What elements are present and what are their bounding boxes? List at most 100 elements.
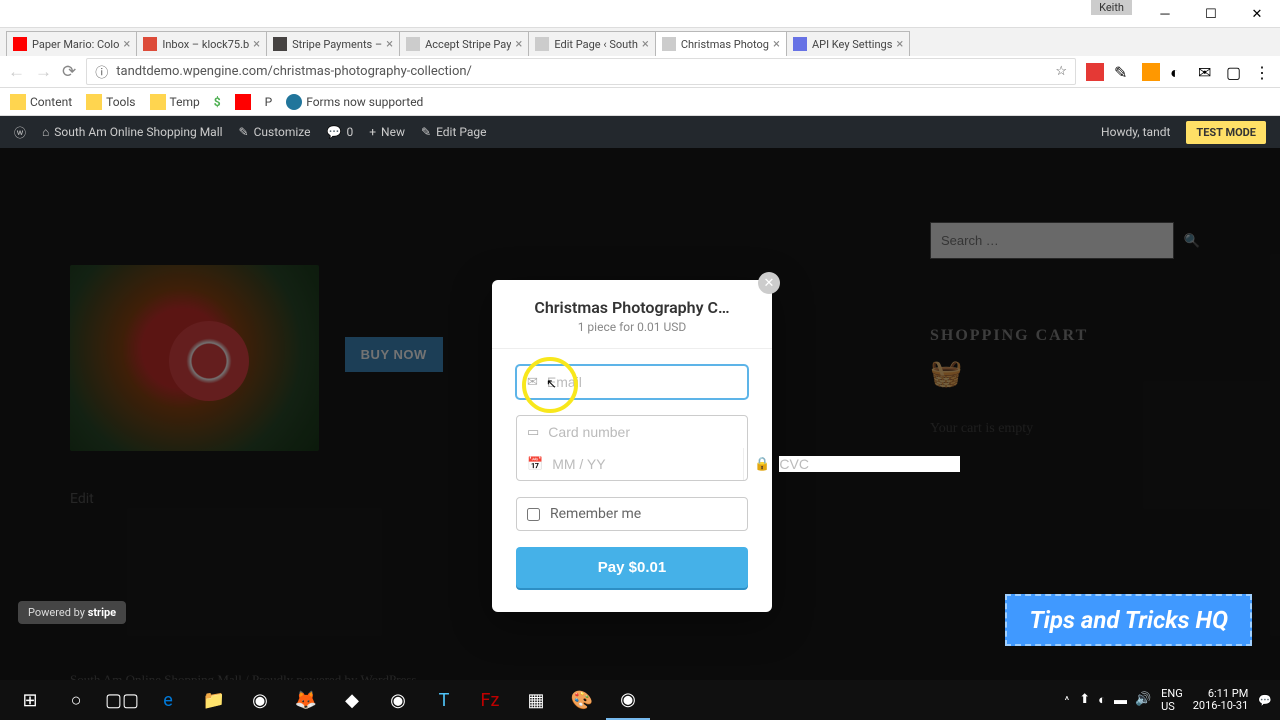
bookmark-dollar[interactable]: $ (214, 95, 221, 109)
taskbar-explorer[interactable]: 📁 (192, 680, 236, 720)
admin-customize-link[interactable]: ✎ Customize (239, 125, 311, 139)
tab-title: Accept Stripe Pay (425, 38, 511, 51)
nav-reload-button[interactable]: ⟳ (62, 62, 76, 82)
admin-new-link[interactable]: + New (369, 125, 405, 139)
ext-icon[interactable]: ✉ (1198, 63, 1216, 81)
admin-howdy[interactable]: Howdy, tandt (1101, 125, 1170, 139)
expiry-field[interactable] (552, 456, 733, 472)
modal-title: Christmas Photography C… (506, 298, 758, 317)
tab-close-icon[interactable]: × (123, 37, 130, 52)
card-icon: ▭ (527, 425, 539, 440)
tray-region[interactable]: US (1161, 700, 1183, 713)
email-field[interactable] (547, 374, 737, 390)
bookmark-tools[interactable]: Tools (86, 94, 135, 110)
taskbar-chrome-running[interactable]: ◉ (606, 680, 650, 720)
tab-inbox[interactable]: Inbox – klock75.b × (136, 31, 267, 56)
tray-lang[interactable]: ENG (1161, 687, 1183, 700)
email-icon: ✉ (527, 375, 538, 390)
tray-clock[interactable]: 6:11 PM 2016-10-31 (1193, 688, 1249, 712)
lock-icon: 🔒 (754, 457, 770, 472)
tab-stripe-payments[interactable]: Stripe Payments – × (266, 31, 400, 56)
start-button[interactable]: ⊞ (8, 680, 52, 720)
tray-network-icon[interactable]: ▬ (1114, 692, 1127, 708)
tab-title: API Key Settings (812, 38, 892, 51)
cortana-button[interactable]: ○ (54, 680, 98, 720)
tab-title: Inbox – klock75.b (162, 38, 249, 51)
taskbar-edge[interactable]: e (146, 680, 190, 720)
taskbar-app[interactable]: ◆ (330, 680, 374, 720)
tab-close-icon[interactable]: × (253, 37, 260, 52)
bookmark-forms[interactable]: Forms now supported (286, 94, 423, 110)
window-maximize-button[interactable]: ☐ (1188, 0, 1234, 28)
remember-me-checkbox[interactable] (527, 508, 540, 521)
tab-api-key[interactable]: API Key Settings × (786, 31, 910, 56)
tips-and-tricks-banner: Tips and Tricks HQ (1005, 594, 1252, 646)
bookmark-youtube[interactable] (235, 94, 251, 110)
taskbar-chrome[interactable]: ◉ (238, 680, 282, 720)
windows-user-badge: Keith (1091, 0, 1132, 15)
bookmark-content[interactable]: Content (10, 94, 72, 110)
address-bar: ← → ⟳ ⓘ tandtdemo.wpengine.com/christmas… (0, 56, 1280, 88)
ext-icon[interactable] (1142, 63, 1160, 81)
tray-icon[interactable]: ◐ (1098, 692, 1106, 708)
tab-title: Stripe Payments – (292, 38, 382, 51)
tab-edit-page[interactable]: Edit Page ‹ South × (528, 31, 655, 56)
pay-button[interactable]: Pay $0.01 (516, 547, 748, 588)
admin-comments-link[interactable]: 💬 0 (327, 125, 354, 139)
tab-close-icon[interactable]: × (896, 37, 903, 52)
window-minimize-button[interactable]: ─ (1142, 0, 1188, 28)
browser-tabs-bar: Paper Mario: Colo × Inbox – klock75.b × St… (0, 28, 1280, 56)
taskbar-firefox[interactable]: 🦊 (284, 680, 328, 720)
extension-icons: ✎ ◐ ✉ ▢ ⋮ (1086, 63, 1272, 81)
ext-icon[interactable]: ✎ (1114, 63, 1132, 81)
tab-paper-mario[interactable]: Paper Mario: Colo × (6, 31, 137, 56)
nav-forward-button[interactable]: → (35, 62, 52, 82)
admin-site-link[interactable]: ⌂ South Am Online Shopping Mall (42, 125, 223, 139)
tab-close-icon[interactable]: × (386, 37, 393, 52)
powered-by-stripe-badge: Powered by stripe (18, 601, 126, 624)
wp-logo-icon[interactable]: ⓦ (14, 124, 26, 141)
info-icon: ⓘ (95, 62, 108, 81)
tab-close-icon[interactable]: × (515, 37, 522, 52)
bookmark-temp[interactable]: Temp (150, 94, 200, 110)
cast-icon[interactable]: ▢ (1226, 63, 1244, 81)
calendar-icon: 📅 (527, 457, 543, 472)
tab-accept-stripe[interactable]: Accept Stripe Pay × (399, 31, 529, 56)
taskbar-app[interactable]: T (422, 680, 466, 720)
ext-icon[interactable]: ◐ (1170, 63, 1188, 81)
tray-icon[interactable]: ⬆ (1079, 692, 1090, 708)
tab-christmas-photo[interactable]: Christmas Photog × (655, 31, 787, 56)
card-number-field[interactable] (548, 424, 737, 440)
windows-taskbar: ⊞ ○ ▢▢ e 📁 ◉ 🦊 ◆ ◉ T Fz ▦ 🎨 ◉ ^ ⬆ ◐ ▬ 🔊 … (0, 680, 1280, 720)
notifications-button[interactable]: 💬 (1258, 694, 1272, 707)
tab-close-icon[interactable]: × (773, 37, 780, 52)
admin-edit-page-link[interactable]: ✎ Edit Page (421, 125, 487, 139)
cvc-field[interactable] (779, 456, 960, 472)
wp-admin-bar: ⓦ ⌂ South Am Online Shopping Mall ✎ Cust… (0, 116, 1280, 148)
menu-icon[interactable]: ⋮ (1254, 63, 1272, 81)
page-body: Christmas Photograp With Christmas lecti… (0, 148, 1280, 688)
modal-subtitle: 1 piece for 0.01 USD (506, 320, 758, 334)
tab-title: Edit Page ‹ South (554, 38, 638, 51)
url-field[interactable]: ⓘ tandtdemo.wpengine.com/christmas-photo… (86, 58, 1076, 85)
tab-title: Paper Mario: Colo (32, 38, 119, 51)
bookmark-p[interactable]: P (265, 95, 273, 109)
window-close-button[interactable]: ✕ (1234, 0, 1280, 28)
tab-title: Christmas Photog (681, 38, 769, 51)
tray-expand-icon[interactable]: ^ (1065, 694, 1070, 707)
taskbar-filezilla[interactable]: Fz (468, 680, 512, 720)
taskbar-calculator[interactable]: ▦ (514, 680, 558, 720)
task-view-button[interactable]: ▢▢ (100, 680, 144, 720)
nav-back-button[interactable]: ← (8, 62, 25, 82)
tab-close-icon[interactable]: × (642, 37, 649, 52)
remember-me-label: Remember me (550, 506, 641, 522)
bookmarks-bar: Content Tools Temp $ P Forms now support… (0, 88, 1280, 116)
taskbar-app[interactable]: ◉ (376, 680, 420, 720)
tray-volume-icon[interactable]: 🔊 (1135, 692, 1151, 708)
window-titlebar: Keith ─ ☐ ✕ (0, 0, 1280, 28)
taskbar-app[interactable]: 🎨 (560, 680, 604, 720)
star-icon[interactable]: ☆ (1055, 64, 1067, 79)
test-mode-badge: TEST MODE (1186, 121, 1266, 144)
ext-icon[interactable] (1086, 63, 1104, 81)
modal-close-button[interactable]: ✕ (758, 272, 780, 294)
